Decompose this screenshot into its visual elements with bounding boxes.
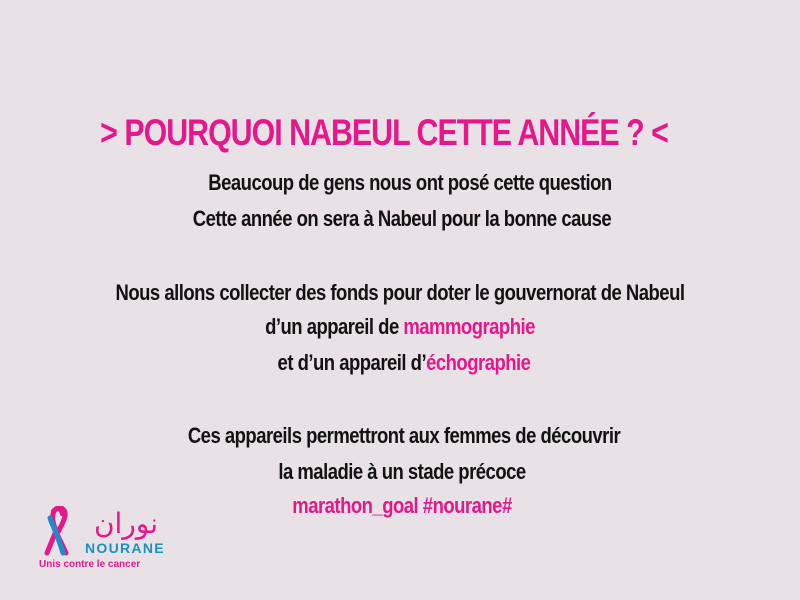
mammography-line: d’un appareil de mammographie bbox=[64, 314, 736, 340]
early-stage-line: la maladie à un stade précoce bbox=[278, 459, 526, 484]
ultrasound-line: et d’un appareil d’échographie bbox=[68, 350, 740, 376]
arabic-brand-text: نوران bbox=[94, 507, 158, 540]
fundraising-line: Nous allons collecter des fonds pour dot… bbox=[115, 280, 685, 305]
pink-blue-ribbon-icon bbox=[44, 506, 69, 556]
poster-canvas: > POURQUOI NABEUL CETTE ANNÉE ? < Beauco… bbox=[0, 0, 800, 600]
nourane-tagline: Unis contre le cancer bbox=[39, 559, 141, 570]
nourane-logo-name: NOURANE bbox=[85, 540, 165, 556]
nourane-arabic-logo-text: نوران bbox=[94, 507, 158, 540]
poster-title: > POURQUOI NABEUL CETTE ANNÉE ? < bbox=[100, 112, 669, 153]
ultrasound-prefix: et d’un appareil d’ bbox=[277, 350, 427, 375]
nourane-logo: نوران NOURANE Unis contre le cancer bbox=[38, 506, 178, 572]
cause-line: Cette année on sera à Nabeul pour la bon… bbox=[192, 206, 612, 231]
mammography-highlight: mammographie bbox=[403, 314, 535, 339]
ultrasound-highlight: échographie bbox=[426, 350, 531, 375]
mammography-prefix: d’un appareil de bbox=[265, 314, 404, 339]
question-line: Beaucoup de gens nous ont posé cette que… bbox=[208, 170, 612, 195]
purpose-line: Ces appareils permettront aux femmes de … bbox=[187, 423, 621, 448]
